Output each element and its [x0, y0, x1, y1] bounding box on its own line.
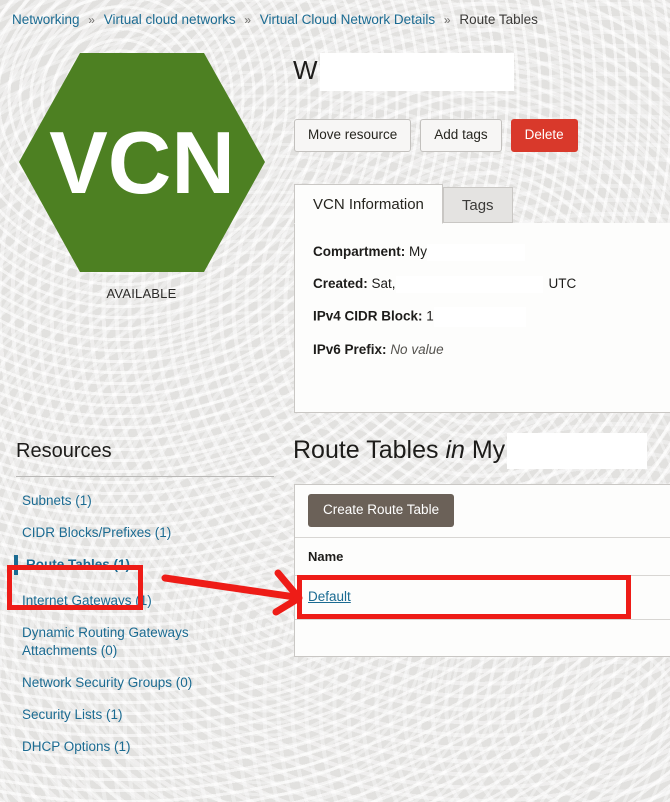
tab-tags[interactable]: Tags [442, 187, 513, 223]
redaction-block-created [395, 275, 543, 293]
delete-button[interactable]: Delete [510, 119, 578, 152]
page-title-text: W [293, 55, 318, 85]
sidebar-item-label[interactable]: Route Tables (1) [14, 555, 134, 575]
info-row-created: Created: Sat, UTC [313, 275, 670, 293]
route-tables-toolbar: Create Route Table [295, 485, 670, 538]
info-row-ipv6-prefix: IPv6 Prefix: No value [313, 341, 670, 359]
status-badge: AVAILABLE [106, 286, 177, 301]
route-tables-heading: Route Tables in My [293, 433, 648, 470]
info-value-created-suffix: UTC [548, 276, 577, 291]
vcn-information-panel: VCN Information Tags Compartment: My Cre… [294, 183, 670, 413]
sidebar-item-label[interactable]: Subnets (1) [14, 491, 96, 511]
info-label-ipv6-prefix: IPv6 Prefix: [313, 342, 387, 357]
table-row[interactable]: Default [295, 575, 670, 620]
sidebar-item-label[interactable]: Security Lists (1) [14, 705, 127, 725]
action-button-group: Move resource Add tags Delete [294, 119, 578, 152]
table-header-row: Name [295, 538, 670, 576]
resource-badge: VCN AVAILABLE [14, 45, 269, 301]
route-tables-panel: Create Route Table Name Default [294, 484, 670, 657]
info-value-created: Sat, [371, 276, 396, 291]
info-label-compartment: Compartment: [313, 244, 406, 259]
tab-vcn-information[interactable]: VCN Information [294, 184, 443, 224]
route-tables-heading-compartment: My [471, 436, 506, 464]
move-resource-button[interactable]: Move resource [294, 119, 412, 152]
info-value-ipv4-cidr-block: 1 [426, 308, 434, 324]
sidebar-item-label[interactable]: CIDR Blocks/Prefixes (1) [14, 523, 175, 543]
redaction-block-title [319, 53, 514, 92]
add-tags-button[interactable]: Add tags [420, 119, 502, 152]
sidebar-item-internet-gateways[interactable]: Internet Gateways (1) [14, 591, 276, 611]
breadcrumb-separator: » [88, 13, 95, 27]
route-table-link-default[interactable]: Default [308, 589, 351, 604]
sidebar-item-label[interactable]: Network Security Groups (0) [14, 673, 196, 693]
info-row-ipv4-cidr-block: IPv4 CIDR Block: 1 [313, 307, 670, 327]
vcn-information-body: Compartment: My Created: Sat, UTC IPv4 CI… [294, 223, 670, 413]
vcn-hexagon-icon: VCN [18, 53, 265, 272]
sidebar-item-dhcp-options[interactable]: DHCP Options (1) [14, 737, 276, 757]
resources-divider [16, 476, 274, 477]
breadcrumb-separator: » [443, 13, 451, 27]
sidebar-item-security-lists[interactable]: Security Lists (1) [14, 705, 276, 725]
breadcrumb: Networking » Virtual cloud networks » Vi… [12, 11, 538, 29]
table-cell-name: Default [295, 575, 670, 620]
breadcrumb-item-virtual-cloud-networks[interactable]: Virtual cloud networks [104, 12, 236, 27]
redaction-block-compartment [427, 243, 526, 261]
page-title: W [293, 53, 514, 92]
resources-sidebar: Resources Subnets (1) CIDR Blocks/Prefix… [14, 438, 276, 769]
sidebar-item-network-security-groups[interactable]: Network Security Groups (0) [14, 673, 276, 693]
sidebar-item-route-tables[interactable]: Route Tables (1) [14, 555, 276, 575]
breadcrumb-separator: » [244, 13, 252, 27]
breadcrumb-item-virtual-cloud-network-details[interactable]: Virtual Cloud Network Details [260, 12, 435, 27]
route-tables-table: Name Default [295, 538, 670, 620]
breadcrumb-item-networking[interactable]: Networking [12, 12, 80, 27]
info-value-compartment: My [409, 244, 428, 259]
info-label-ipv4-cidr-block: IPv4 CIDR Block: [313, 308, 423, 324]
route-tables-heading-in: in [445, 436, 465, 464]
resources-list: Subnets (1) CIDR Blocks/Prefixes (1) Rou… [14, 491, 276, 757]
vcn-abbreviation-label: VCN [49, 113, 235, 212]
sidebar-item-cidr-blocks-prefixes[interactable]: CIDR Blocks/Prefixes (1) [14, 523, 276, 543]
sidebar-item-dynamic-routing-gateways-attachments[interactable]: Dynamic Routing Gateways Attachments (0) [14, 623, 276, 661]
info-label-created: Created: [313, 276, 368, 291]
info-row-compartment: Compartment: My [313, 243, 670, 261]
redaction-block-ipv4-cidr-block [433, 307, 526, 327]
redaction-block-route-tables-compartment [507, 433, 648, 470]
route-tables-heading-main: Route Tables [293, 436, 439, 464]
resources-heading: Resources [16, 440, 112, 462]
sidebar-item-label[interactable]: Internet Gateways (1) [14, 591, 156, 611]
create-route-table-button[interactable]: Create Route Table [308, 494, 455, 527]
sidebar-item-label[interactable]: Dynamic Routing Gateways Attachments (0) [14, 623, 216, 661]
column-header-name: Name [295, 538, 670, 576]
sidebar-item-label[interactable]: DHCP Options (1) [14, 737, 135, 757]
tab-strip: VCN Information Tags [294, 183, 670, 224]
breadcrumb-item-route-tables: Route Tables [459, 12, 538, 27]
info-value-ipv6-prefix: No value [390, 342, 444, 357]
sidebar-item-subnets[interactable]: Subnets (1) [14, 491, 276, 511]
